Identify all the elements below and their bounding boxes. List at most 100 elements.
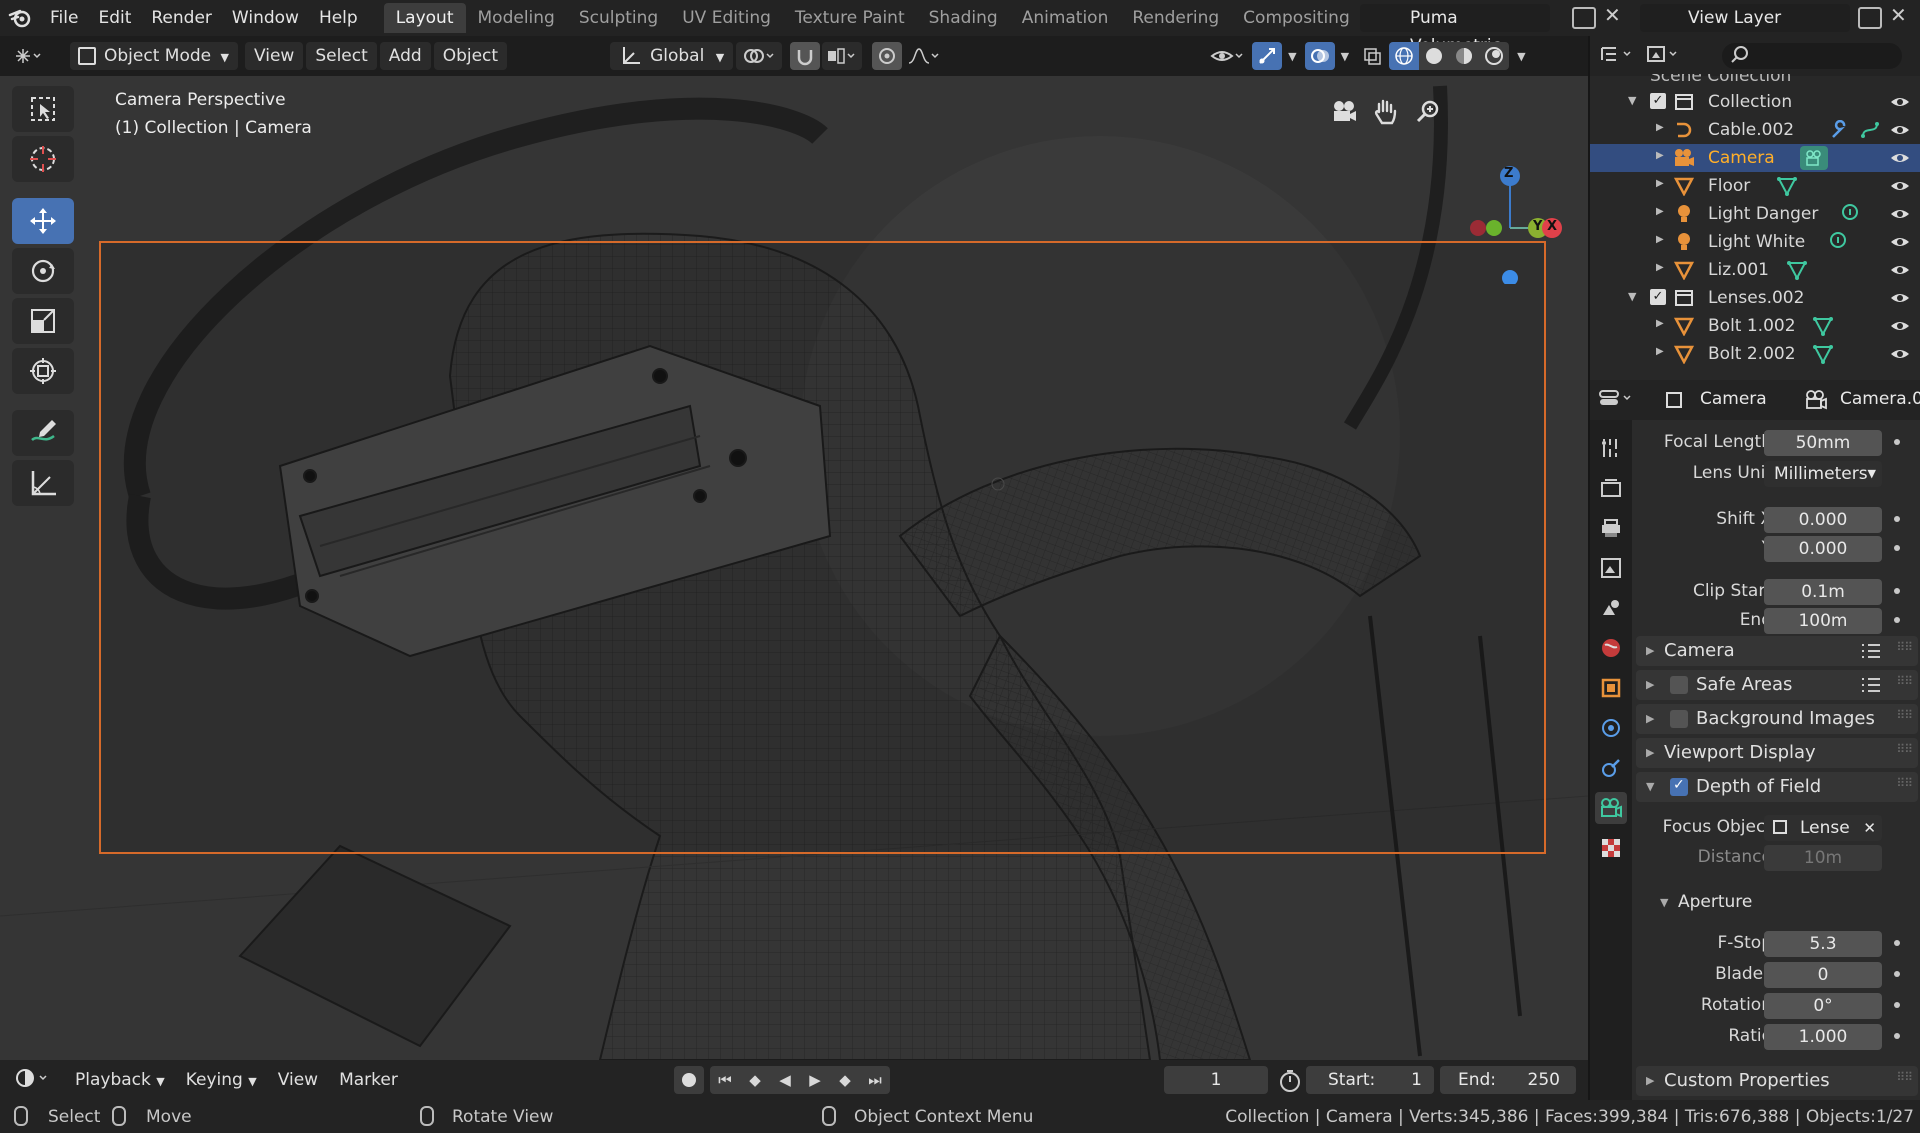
scale-tool[interactable] [12,298,74,344]
camera-data-icon[interactable] [1800,146,1828,170]
tab-camera-data[interactable] [1595,792,1627,824]
expand-arrow-icon[interactable]: ▶ [1656,178,1664,189]
tab-physics[interactable] [1595,712,1627,744]
outliner-row-collection[interactable]: ▼ ✓ Collection [1590,88,1920,116]
tab-compositing[interactable]: Compositing [1231,3,1362,33]
menu-window[interactable]: Window [222,0,309,36]
outliner-row-bolt1[interactable]: ▶ Bolt 1.002 [1590,312,1920,340]
eye-icon[interactable] [1890,290,1910,310]
play-icon[interactable]: ▶ [800,1066,830,1094]
expand-arrow-icon[interactable]: ▶ [1656,150,1664,161]
distance-field[interactable]: 10m [1764,845,1882,871]
tab-layout[interactable]: Layout [383,3,466,33]
current-frame-field[interactable]: 1 [1164,1066,1268,1094]
keyframe-dot[interactable] [1894,588,1900,594]
lens-unit-dropdown[interactable]: Millimeters ▼ [1764,461,1882,487]
end-frame-field[interactable]: End: 250 [1440,1066,1576,1094]
tab-scene[interactable] [1595,592,1627,624]
transform-orientation-dropdown[interactable]: Global ▼ [610,42,734,70]
timeline-menu-keying[interactable]: Keying ▼ [177,1066,266,1094]
clip-start-field[interactable]: 0.1m [1764,579,1882,605]
proportional-editing-icon[interactable] [872,42,903,70]
prev-keyframe-icon[interactable]: ◆ [740,1066,770,1094]
menu-edit[interactable]: Edit [88,0,141,36]
play-reverse-icon[interactable]: ◀ [770,1066,800,1094]
eye-icon[interactable] [1890,122,1910,142]
select-box-tool[interactable] [12,86,74,132]
eye-icon[interactable] [1890,178,1910,198]
tab-object[interactable] [1595,672,1627,704]
timeline-menu-marker[interactable]: Marker [330,1066,407,1094]
background-images-checkbox[interactable] [1670,710,1688,728]
menu-add[interactable]: Add [379,42,431,70]
blender-logo-icon[interactable] [0,0,40,36]
drag-grip-icon[interactable]: ⠿⠿ [1896,742,1913,756]
mesh-data-icon[interactable] [1776,176,1798,201]
chevron-down-icon[interactable]: ▼ [1288,50,1296,63]
ratio-field[interactable]: 1.000 [1764,1024,1882,1050]
tab-sculpting[interactable]: Sculpting [567,3,670,33]
menu-help[interactable]: Help [309,0,368,36]
drag-grip-icon[interactable]: ⠿⠿ [1896,674,1913,688]
next-keyframe-icon[interactable]: ◆ [830,1066,860,1094]
preset-list-icon[interactable] [1860,642,1882,665]
shading-solid-icon[interactable] [1419,42,1450,70]
expand-arrow-icon[interactable]: ▶ [1656,262,1664,273]
preset-list-icon[interactable] [1860,676,1882,699]
timeline-editor-icon[interactable] [14,1067,54,1094]
xray-toggle-icon[interactable] [1357,42,1387,70]
panel-safe-areas[interactable]: ▶ Safe Areas ⠿⠿ [1636,670,1918,700]
scene-name-field[interactable]: Puma Volumetric [1360,4,1550,56]
proportional-falloff-icon[interactable] [904,42,944,70]
panel-camera[interactable]: ▶ Camera ⠿⠿ [1636,636,1918,666]
camera-view-icon[interactable] [1330,98,1358,131]
rotation-field[interactable]: 0° [1764,993,1882,1019]
keyframe-dot[interactable] [1894,971,1900,977]
drag-grip-icon[interactable]: ⠿⠿ [1896,776,1913,790]
panel-viewport-display[interactable]: ▶ Viewport Display ⠿⠿ [1636,738,1918,768]
cursor-tool[interactable] [12,136,74,182]
start-frame-field[interactable]: Start: 1 [1306,1066,1434,1094]
snap-toggle-icon[interactable] [790,42,821,70]
fstop-field[interactable]: 5.3 [1764,931,1882,957]
record-button[interactable] [674,1066,704,1094]
focus-object-field[interactable]: Lense ✕ [1764,815,1882,841]
properties-object-name[interactable]: Camera [1700,389,1767,409]
navigation-gizmo[interactable]: Z Y X [1458,164,1578,284]
modifier-wrench-icon[interactable] [1830,119,1850,145]
pivot-point-icon[interactable] [736,42,783,70]
tab-animation[interactable]: Animation [1010,3,1121,33]
tab-view-layer[interactable] [1595,552,1627,584]
timeline-menu-playback[interactable]: Playback ▼ [66,1066,174,1094]
panel-depth-of-field[interactable]: ▼ Depth of Field ⠿⠿ [1636,772,1918,802]
visibility-eye-icon[interactable] [1206,42,1250,70]
tab-shading[interactable]: Shading [917,3,1010,33]
tab-uv-editing[interactable]: UV Editing [670,3,783,33]
tab-tool[interactable] [1595,432,1627,464]
blades-field[interactable]: 0 [1764,962,1882,988]
clear-x-icon[interactable]: ✕ [1863,815,1876,841]
clip-end-field[interactable]: 100m [1764,608,1882,634]
tab-texture-paint[interactable]: Texture Paint [783,3,917,33]
outliner-row-bolt2[interactable]: ▶ Bolt 2.002 [1590,340,1920,368]
expand-arrow-icon[interactable]: ▼ [1628,94,1636,107]
keyframe-dot[interactable] [1894,940,1900,946]
3d-viewport[interactable]: Camera Perspective (1) Collection | Came… [0,76,1588,1060]
light-data-icon[interactable] [1828,231,1848,258]
depth-of-field-checkbox[interactable] [1670,777,1688,796]
eye-icon[interactable] [1890,206,1910,226]
tab-rendering[interactable]: Rendering [1120,3,1231,33]
new-view-layer-icon[interactable] [1858,7,1882,29]
outliner-row-liz[interactable]: ▶ Liz.001 [1590,256,1920,284]
outliner-scene-collection-row[interactable]: Scene Collection [1590,74,1920,88]
tab-render[interactable] [1595,472,1627,504]
shading-rendered-icon[interactable] [1479,42,1510,70]
tab-world[interactable] [1595,632,1627,664]
outliner-search-input[interactable] [1722,43,1902,69]
outliner-row-camera[interactable]: ▶ Camera [1590,144,1920,172]
mesh-data-icon[interactable] [1812,344,1834,369]
outliner-row-cable[interactable]: ▶ Cable.002 [1590,116,1920,144]
light-data-icon[interactable] [1840,203,1860,230]
pan-hand-icon[interactable] [1372,98,1400,131]
jump-end-icon[interactable]: ⏭ [860,1066,890,1094]
